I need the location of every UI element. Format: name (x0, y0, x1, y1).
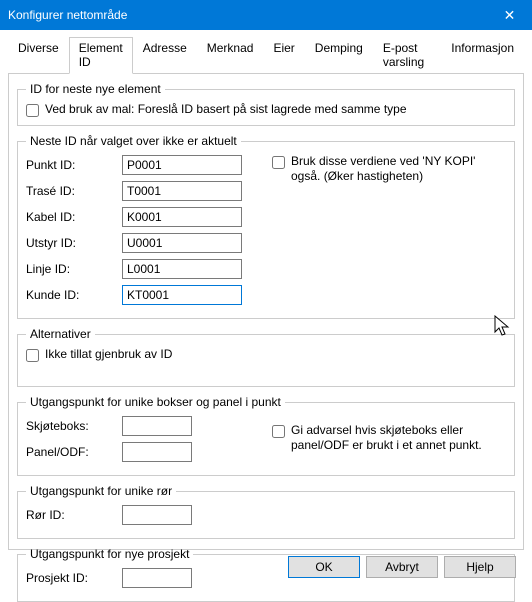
input-kunde-id[interactable] (122, 285, 242, 305)
label-kabel-id: Kabel ID: (26, 210, 122, 224)
fieldset-id-next: ID for neste nye element Ved bruk av mal… (17, 82, 515, 126)
tab-informasjon[interactable]: Informasjon (441, 37, 524, 74)
legend-alternativer: Alternativer (26, 327, 95, 341)
tab-merknad[interactable]: Merknad (197, 37, 264, 74)
checkbox-warn-used[interactable] (272, 425, 285, 438)
legend-neste-id: Neste ID når valget over ikke er aktuelt (26, 134, 241, 148)
checkbox-no-reuse[interactable] (26, 349, 39, 362)
title-bar: Konfigurer nettområde ✕ (0, 0, 532, 30)
checkbox-nykopi[interactable] (272, 156, 285, 169)
input-ror-id[interactable] (122, 505, 192, 525)
window-title: Konfigurer nettområde (8, 8, 127, 22)
label-ror-id: Rør ID: (26, 508, 122, 522)
checkbox-no-reuse-label: Ikke tillat gjenbruk av ID (45, 347, 172, 362)
close-icon: ✕ (504, 7, 516, 24)
label-trase-id: Trasé ID: (26, 184, 122, 198)
legend-boks-panel: Utgangspunkt for unike bokser og panel i… (26, 395, 285, 409)
input-kabel-id[interactable] (122, 207, 242, 227)
label-linje-id: Linje ID: (26, 262, 122, 276)
label-skjoteboks: Skjøteboks: (26, 419, 122, 433)
label-kunde-id: Kunde ID: (26, 288, 122, 302)
checkbox-template-suggest[interactable] (26, 104, 39, 117)
fieldset-neste-id: Neste ID når valget over ikke er aktuelt… (17, 134, 515, 319)
tab-epost-varsling[interactable]: E-post varsling (373, 37, 441, 74)
tab-element-id[interactable]: Element ID (69, 37, 133, 74)
checkbox-warn-used-label: Gi advarsel hvis skjøteboks eller panel/… (291, 423, 506, 453)
checkbox-nykopi-label: Bruk disse verdiene ved 'NY KOPI' også. … (291, 154, 506, 184)
client-area: Diverse Element ID Adresse Merknad Eier … (0, 30, 532, 594)
tab-adresse[interactable]: Adresse (133, 37, 197, 74)
input-linje-id[interactable] (122, 259, 242, 279)
tab-bar: Diverse Element ID Adresse Merknad Eier … (8, 36, 524, 74)
fieldset-alternativer: Alternativer Ikke tillat gjenbruk av ID (17, 327, 515, 387)
tab-panel-element-id: ID for neste nye element Ved bruk av mal… (8, 74, 524, 550)
input-prosjekt-id[interactable] (122, 568, 192, 588)
label-utstyr-id: Utstyr ID: (26, 236, 122, 250)
tab-eier[interactable]: Eier (263, 37, 304, 74)
ok-button[interactable]: OK (288, 556, 360, 578)
tab-diverse[interactable]: Diverse (8, 37, 69, 74)
label-punkt-id: Punkt ID: (26, 158, 122, 172)
legend-id-next: ID for neste nye element (26, 82, 165, 96)
label-panel-odf: Panel/ODF: (26, 445, 122, 459)
input-panel-odf[interactable] (122, 442, 192, 462)
input-skjoteboks[interactable] (122, 416, 192, 436)
fieldset-boks-panel: Utgangspunkt for unike bokser og panel i… (17, 395, 515, 476)
checkbox-template-suggest-label: Ved bruk av mal: Foreslå ID basert på si… (45, 102, 407, 117)
cancel-button[interactable]: Avbryt (366, 556, 438, 578)
fieldset-ror: Utgangspunkt for unike rør Rør ID: (17, 484, 515, 539)
input-punkt-id[interactable] (122, 155, 242, 175)
legend-ror: Utgangspunkt for unike rør (26, 484, 176, 498)
legend-prosjekt: Utgangspunkt for nye prosjekt (26, 547, 193, 561)
tab-demping[interactable]: Demping (305, 37, 373, 74)
input-trase-id[interactable] (122, 181, 242, 201)
help-button[interactable]: Hjelp (444, 556, 516, 578)
label-prosjekt-id: Prosjekt ID: (26, 571, 122, 585)
input-utstyr-id[interactable] (122, 233, 242, 253)
close-button[interactable]: ✕ (487, 0, 532, 30)
